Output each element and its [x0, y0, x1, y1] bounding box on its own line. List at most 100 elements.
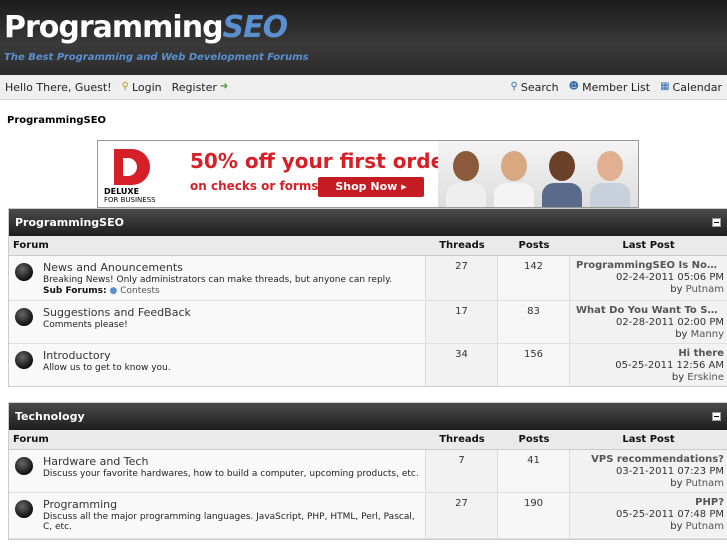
site-logo[interactable]: ProgrammingSEO [4, 10, 289, 45]
category-title[interactable]: ProgrammingSEO [15, 216, 124, 229]
thread-count: 17 [426, 301, 498, 343]
ad-banner[interactable]: DELUXE FOR BUSINESS 50% off your first o… [97, 140, 639, 208]
last-post-date: 02-28-2011 02:00 PM [616, 317, 724, 328]
forum-name-link[interactable]: Hardware and Tech [43, 455, 419, 468]
ad-brand-logo: DELUXE FOR BUSINESS [104, 147, 166, 204]
ad-people-image [438, 141, 638, 207]
site-header: ProgrammingSEO The Best Programming and … [0, 0, 727, 75]
logo-accent-text: SEO [222, 10, 289, 45]
forum-row: Introductory Allow us to get to know you… [9, 344, 727, 386]
member-list-link[interactable]: ☻ Member List [569, 81, 650, 94]
last-post-user[interactable]: Manny [691, 329, 724, 340]
arrow-right-icon: ➜ [219, 81, 229, 92]
subforums: Sub Forums: ● Contests [43, 286, 392, 296]
last-post-title[interactable]: VPS recommendations? [576, 454, 724, 466]
forum-description: Breaking News! Only administrators can m… [43, 275, 393, 285]
key-icon: ⚲ [121, 81, 129, 92]
col-posts: Posts [518, 240, 550, 251]
ad-person [590, 151, 630, 207]
bullet-icon: ● [109, 286, 118, 296]
last-post: VPS recommendations? 03-21-2011 07:23 PM… [570, 450, 727, 492]
collapse-icon[interactable] [712, 218, 721, 227]
subforum-link[interactable]: Contests [120, 286, 159, 296]
last-post: Hi there 05-25-2011 12:56 AM by Erskine [570, 344, 727, 386]
column-headers: Forum Threads Posts Last Post [9, 236, 727, 256]
collapse-icon[interactable] [712, 412, 721, 421]
last-post-user[interactable]: Putnam [686, 284, 724, 295]
forum-name-link[interactable]: Programming [43, 498, 421, 511]
ad-subline: on checks or forms. [190, 179, 324, 193]
by-label: by [670, 284, 683, 295]
subforums-label: Sub Forums: [43, 286, 107, 296]
calendar-label: Calendar [672, 80, 722, 94]
category-header: ProgrammingSEO [9, 209, 727, 236]
category-title[interactable]: Technology [15, 410, 85, 423]
post-count: 41 [498, 450, 570, 492]
category-programmingseo: ProgrammingSEO Forum Threads Posts Last … [8, 208, 727, 387]
by-label: by [675, 329, 688, 340]
forum-row: Suggestions and FeedBack Comments please… [9, 301, 727, 344]
post-count: 142 [498, 256, 570, 300]
last-post-title[interactable]: What Do You Want To See O... [576, 305, 724, 317]
ad-shop-now-button[interactable]: Shop Now ▸ [318, 177, 424, 197]
last-post-user[interactable]: Putnam [686, 478, 724, 489]
greeting-text: Hello There, Guest! [5, 80, 112, 94]
logo-main-text: Programming [4, 10, 224, 45]
search-label: Search [520, 80, 559, 94]
last-post-title[interactable]: Hi there [576, 348, 724, 360]
last-post-date: 02-24-2011 05:06 PM [616, 272, 724, 283]
last-post-title[interactable]: ProgrammingSEO Is Now Usi... [576, 260, 724, 272]
thread-count: 27 [426, 493, 498, 538]
forum-status-icon [15, 263, 33, 281]
deluxe-logo-icon [114, 149, 150, 185]
register-label: Register [171, 80, 217, 94]
last-post: What Do You Want To See O... 02-28-2011 … [570, 301, 727, 343]
last-post: PHP? 05-25-2011 07:48 PM by Putnam [570, 493, 727, 538]
search-icon: ⚲ [510, 81, 518, 92]
search-link[interactable]: ⚲ Search [511, 81, 559, 94]
col-forum: Forum [13, 240, 49, 251]
ad-brand-sub: FOR BUSINESS [104, 196, 156, 204]
register-link[interactable]: Register ➜ [172, 81, 229, 94]
col-posts: Posts [518, 434, 550, 445]
forum-name-link[interactable]: News and Anouncements [43, 261, 392, 274]
ad-person [446, 151, 486, 207]
post-count: 190 [498, 493, 570, 538]
col-threads: Threads [439, 434, 485, 445]
last-post-date: 05-25-2011 12:56 AM [615, 360, 724, 371]
forum-status-icon [15, 500, 33, 518]
breadcrumb[interactable]: ProgrammingSEO [7, 115, 106, 126]
category-technology: Technology Forum Threads Posts Last Post… [8, 402, 727, 540]
col-threads: Threads [439, 240, 485, 251]
forum-status-icon [15, 308, 33, 326]
forum-row: News and Anouncements Breaking News! Onl… [9, 256, 727, 301]
ad-headline: 50% off your first order [190, 149, 455, 173]
last-post-user[interactable]: Putnam [686, 521, 724, 532]
login-label: Login [131, 80, 162, 94]
thread-count: 34 [426, 344, 498, 386]
members-icon: ☻ [568, 81, 580, 92]
login-link[interactable]: ⚲ Login [122, 81, 162, 94]
forum-name-link[interactable]: Suggestions and FeedBack [43, 306, 191, 319]
column-headers: Forum Threads Posts Last Post [9, 430, 727, 450]
category-header: Technology [9, 403, 727, 430]
calendar-link[interactable]: ▦ Calendar [660, 81, 722, 94]
last-post-title[interactable]: PHP? [576, 497, 724, 509]
site-tagline: The Best Programming and Web Development… [4, 52, 309, 63]
forum-name-link[interactable]: Introductory [43, 349, 171, 362]
last-post-date: 03-21-2011 07:23 PM [616, 466, 724, 477]
post-count: 83 [498, 301, 570, 343]
thread-count: 7 [426, 450, 498, 492]
post-count: 156 [498, 344, 570, 386]
forum-description: Comments please! [43, 320, 128, 330]
last-post-user[interactable]: Erskine [687, 372, 724, 383]
forum-status-icon [15, 457, 33, 475]
col-last-post: Last Post [622, 240, 675, 251]
forum-status-icon [15, 351, 33, 369]
by-label: by [670, 478, 683, 489]
last-post-date: 05-25-2011 07:48 PM [616, 509, 724, 520]
by-label: by [671, 372, 685, 383]
col-forum: Forum [13, 434, 49, 445]
member-list-label: Member List [582, 80, 651, 94]
by-label: by [670, 521, 683, 532]
